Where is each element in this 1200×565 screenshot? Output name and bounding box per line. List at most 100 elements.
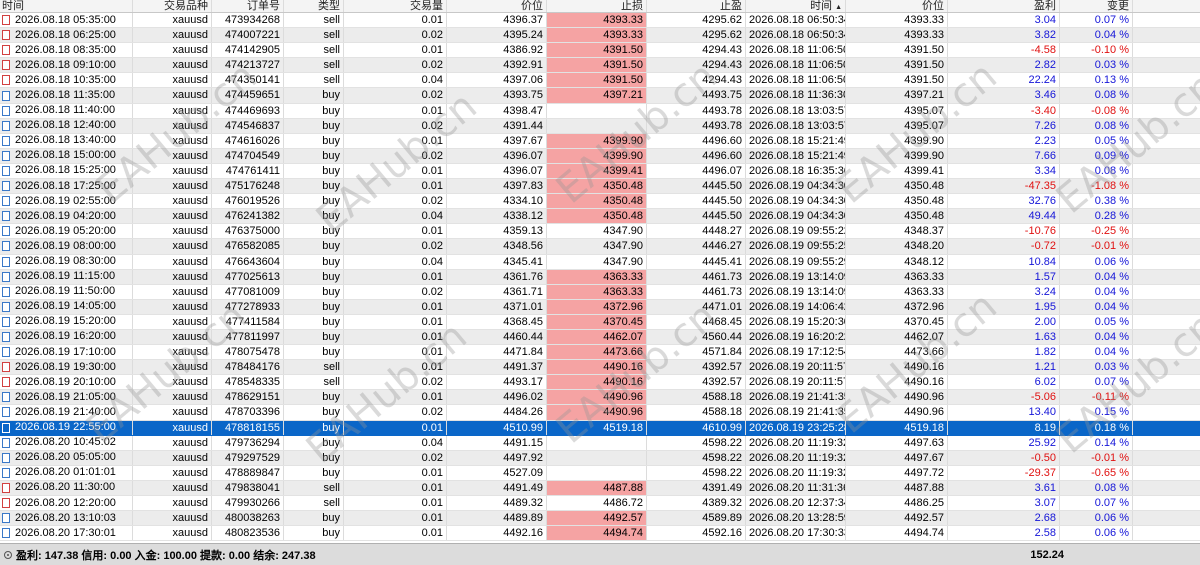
row-filler [1133, 360, 1200, 374]
table-row[interactable]: 2026.08.20 17:30:01 xauusd 480823536 buy 0.0… [0, 526, 1200, 542]
cell-close-time: 2026.08.19 15:20:30 [746, 314, 846, 329]
cell-change: 0.08 % [1060, 480, 1133, 495]
cell-profit: 3.07 [948, 496, 1060, 511]
table-row[interactable]: 2026.08.18 12:40:00 xauusd 474546837 buy 0.0… [0, 118, 1200, 134]
col-volume-header[interactable]: 交易量 [344, 0, 447, 12]
table-row[interactable]: 2026.08.19 08:30:00 xauusd 476643604 buy 0.0… [0, 254, 1200, 270]
table-row[interactable]: 2026.08.18 11:40:00 xauusd 474469693 buy 0.0… [0, 103, 1200, 119]
cell-symbol: xauusd [133, 450, 212, 465]
cell-volume: 0.01 [344, 345, 447, 360]
cell-take-profit: 4461.73 [647, 284, 746, 299]
table-row[interactable]: 2026.08.20 13:10:03 xauusd 480038263 buy 0.0… [0, 511, 1200, 527]
table-row[interactable]: 2026.08.19 08:00:00 xauusd 476582085 buy 0.0… [0, 239, 1200, 255]
buy-order-icon [2, 452, 10, 463]
table-row[interactable]: 2026.08.19 22:55:00 xauusd 478818155 buy 0.0… [0, 420, 1200, 436]
table-row[interactable]: 2026.08.19 21:40:00 xauusd 478703396 buy 0.0… [0, 405, 1200, 421]
table-row[interactable]: 2026.08.18 05:35:00 xauusd 473934268 sell 0.… [0, 13, 1200, 29]
table-row[interactable]: 2026.08.19 11:50:00 xauusd 477081009 buy 0.0… [0, 284, 1200, 300]
cell-take-profit: 4588.18 [647, 390, 746, 405]
table-row[interactable]: 2026.08.19 02:55:00 xauusd 476019526 buy 0.0… [0, 194, 1200, 210]
cell-take-profit: 4294.43 [647, 73, 746, 88]
col-close-time-header[interactable]: 时间 ▲ [746, 0, 846, 12]
table-row[interactable]: 2026.08.19 04:20:00 xauusd 476241382 buy 0.0… [0, 209, 1200, 225]
cell-ticket: 474704549 [212, 148, 284, 163]
table-row[interactable]: 2026.08.20 11:30:00 xauusd 479838041 sell 0.… [0, 480, 1200, 496]
table-row[interactable]: 2026.08.19 11:15:00 xauusd 477025613 buy 0.0… [0, 269, 1200, 285]
open-time-text: 2026.08.19 20:10:00 [15, 375, 116, 388]
col-open-price-header[interactable]: 价位 [447, 0, 547, 12]
table-row[interactable]: 2026.08.20 01:01:01 xauusd 478889847 buy 0.0… [0, 465, 1200, 481]
cell-open-price: 4334.10 [447, 194, 547, 209]
table-row[interactable]: 2026.08.19 19:30:00 xauusd 478484176 sell 0.… [0, 360, 1200, 376]
cell-change: 0.13 % [1060, 73, 1133, 88]
row-filler [1133, 270, 1200, 284]
cell-profit: 3.82 [948, 28, 1060, 43]
cell-profit: 3.04 [948, 13, 1060, 28]
col-symbol-header[interactable]: 交易品种 [133, 0, 212, 12]
cell-ticket: 479736294 [212, 435, 284, 450]
cell-open-price: 4396.37 [447, 13, 547, 28]
cell-profit: 25.92 [948, 435, 1060, 450]
sell-order-icon [2, 362, 10, 373]
cell-volume: 0.01 [344, 420, 447, 435]
table-row[interactable]: 2026.08.19 20:10:00 xauusd 478548335 sell 0.… [0, 375, 1200, 391]
col-open-time-header[interactable]: 时间 [0, 0, 133, 12]
col-ticket-header[interactable]: 订单号 [212, 0, 284, 12]
cell-open-time: 2026.08.20 13:10:03 [0, 511, 133, 526]
cell-symbol: xauusd [133, 163, 212, 179]
col-profit-header[interactable]: 盈利 [948, 0, 1060, 12]
cell-open-time: 2026.08.19 17:10:00 [0, 345, 133, 360]
cell-change: 0.08 % [1060, 118, 1133, 133]
cell-ticket: 479297529 [212, 450, 284, 465]
table-row[interactable]: 2026.08.20 10:45:02 xauusd 479736294 buy 0.0… [0, 435, 1200, 451]
buy-order-icon [2, 332, 10, 343]
cell-symbol: xauusd [133, 284, 212, 299]
cell-profit: 3.34 [948, 163, 1060, 179]
table-row[interactable]: 2026.08.19 05:20:00 xauusd 476375000 buy 0.0… [0, 224, 1200, 240]
table-row[interactable]: 2026.08.18 15:25:00 xauusd 474761411 buy 0.0… [0, 163, 1200, 180]
cell-close-time: 2026.08.19 04:34:30 [746, 179, 846, 194]
cell-close-time: 2026.08.19 17:12:54 [746, 345, 846, 360]
table-row[interactable]: 2026.08.19 21:05:00 xauusd 478629151 buy 0.0… [0, 390, 1200, 406]
cell-volume: 0.02 [344, 450, 447, 465]
cell-change: -0.11 % [1060, 390, 1133, 405]
col-close-price-header[interactable]: 价位 [846, 0, 948, 12]
table-row[interactable]: 2026.08.20 05:05:00 xauusd 479297529 buy 0.0… [0, 450, 1200, 466]
table-row[interactable]: 2026.08.18 15:00:00 xauusd 474704549 buy 0.0… [0, 148, 1200, 164]
header-label: 盈利 [1034, 0, 1056, 12]
cell-profit: 22.24 [948, 73, 1060, 88]
cell-open-price: 4386.92 [447, 43, 547, 58]
table-row[interactable]: 2026.08.18 06:25:00 xauusd 474007221 sell 0.… [0, 28, 1200, 44]
cell-open-price: 4484.26 [447, 405, 547, 420]
buy-order-icon [2, 513, 10, 524]
cell-open-time: 2026.08.18 09:10:00 [0, 58, 133, 73]
cell-open-price: 4460.44 [447, 329, 547, 345]
table-row[interactable]: 2026.08.18 13:40:00 xauusd 474616026 buy 0.0… [0, 133, 1200, 149]
table-row[interactable]: 2026.08.19 15:20:00 xauusd 477411584 buy 0.0… [0, 314, 1200, 330]
table-row[interactable]: 2026.08.18 10:35:00 xauusd 474350141 sell 0.… [0, 73, 1200, 89]
table-row[interactable]: 2026.08.20 12:20:00 xauusd 479930266 sell 0.… [0, 496, 1200, 512]
table-row[interactable]: 2026.08.18 09:10:00 xauusd 474213727 sell 0.… [0, 58, 1200, 74]
cell-volume: 0.01 [344, 13, 447, 28]
col-stop-loss-header[interactable]: 止损 [547, 0, 647, 12]
cell-ticket: 476019526 [212, 194, 284, 209]
col-take-profit-header[interactable]: 止盈 [647, 0, 746, 12]
cell-profit: 3.24 [948, 284, 1060, 299]
table-row[interactable]: 2026.08.19 14:05:00 xauusd 477278933 buy 0.0… [0, 299, 1200, 315]
col-change-header[interactable]: 变更 [1060, 0, 1133, 12]
cell-close-time: 2026.08.18 06:50:34 [746, 13, 846, 28]
col-type-header[interactable]: 类型 [284, 0, 344, 12]
row-filler [1133, 73, 1200, 87]
cell-symbol: xauusd [133, 118, 212, 133]
table-row[interactable]: 2026.08.18 17:25:00 xauusd 475176248 buy 0.0… [0, 179, 1200, 195]
cell-stop-loss: 4490.96 [547, 405, 647, 420]
table-row[interactable]: 2026.08.19 17:10:00 xauusd 478075478 buy 0.0… [0, 345, 1200, 361]
open-time-text: 2026.08.19 16:20:00 [15, 330, 116, 343]
table-row[interactable]: 2026.08.18 08:35:00 xauusd 474142905 sell 0.… [0, 43, 1200, 59]
cell-symbol: xauusd [133, 480, 212, 495]
table-row[interactable]: 2026.08.18 11:35:00 xauusd 474459651 buy 0.0… [0, 88, 1200, 104]
cell-take-profit: 4446.27 [647, 239, 746, 254]
cell-volume: 0.01 [344, 496, 447, 511]
table-row[interactable]: 2026.08.19 16:20:00 xauusd 477811997 buy 0.0… [0, 329, 1200, 346]
summary-bar: 盈利: 147.38 信用: 0.00 入金: 100.00 提款: 0.00 … [0, 543, 1200, 565]
